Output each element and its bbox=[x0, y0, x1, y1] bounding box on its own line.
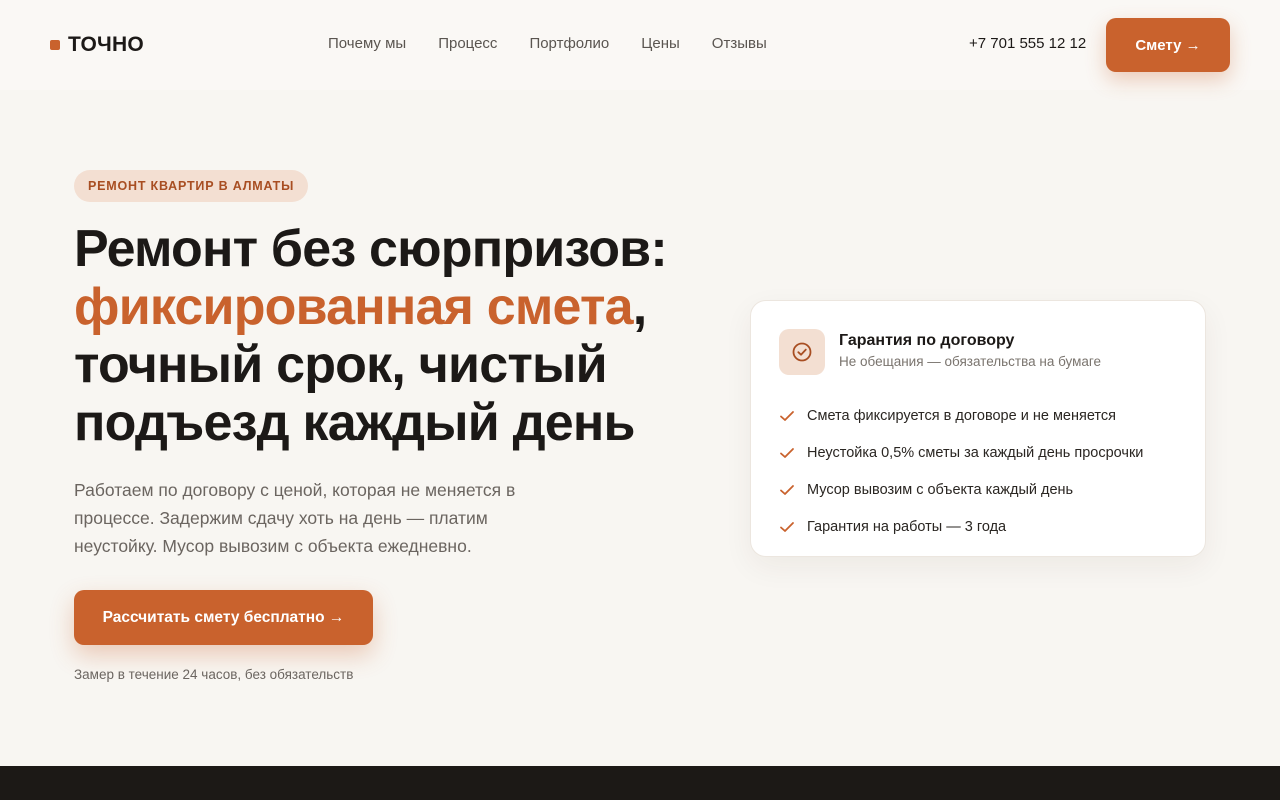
hero-lead: Работаем по договору с ценой, которая не… bbox=[74, 480, 516, 556]
calculate-estimate-button[interactable]: Рассчитать смету бесплатно → bbox=[74, 590, 373, 645]
nav-item-why-us[interactable]: Почему мы bbox=[328, 35, 406, 52]
card-title: Гарантия по договору bbox=[839, 332, 1015, 349]
next-section-band bbox=[0, 766, 1280, 800]
list-item: Неустойка 0,5% сметы за каждый день прос… bbox=[779, 434, 1143, 471]
headline-line-1: Ремонт без сюрпризов: bbox=[74, 220, 668, 278]
headline-line-3: точный срок, чистый bbox=[74, 336, 608, 394]
guarantee-list: Смета фиксируется в договоре и не меняет… bbox=[779, 397, 1143, 545]
check-icon bbox=[779, 518, 797, 536]
headline-line-4: подъезд каждый день bbox=[74, 394, 635, 452]
nav-item-process[interactable]: Процесс bbox=[438, 35, 497, 52]
list-item-text: Гарантия на работы — 3 года bbox=[807, 518, 1007, 535]
nav-item-portfolio[interactable]: Портфолио bbox=[529, 35, 609, 52]
header-estimate-button[interactable]: Смету → bbox=[1106, 18, 1230, 72]
list-item-text: Смета фиксируется в договоре и не меняет… bbox=[807, 407, 1116, 424]
guarantee-card: Гарантия по договору Не обещания — обяза… bbox=[750, 300, 1206, 557]
headline-accent: фиксированная смета bbox=[74, 278, 634, 336]
list-item: Мусор вывозим с объекта каждый день bbox=[779, 471, 1143, 508]
list-item: Гарантия на работы — 3 года bbox=[779, 508, 1143, 545]
card-subtitle: Не обещания — обязательства на бумаге bbox=[839, 354, 1102, 369]
hero-headline: Ремонт без сюрпризов: фиксированная смет… bbox=[74, 220, 714, 452]
hero-tag: РЕМОНТ КВАРТИР В АЛМАТЫ bbox=[74, 170, 309, 202]
check-icon bbox=[779, 481, 797, 499]
list-item-text: Мусор вывозим с объекта каждый день bbox=[807, 481, 1074, 498]
phone-link[interactable]: +7 701 555 12 12 bbox=[969, 35, 1086, 52]
check-circle-icon bbox=[779, 329, 825, 375]
hero-note: Замер в течение 24 часов, без обязательс… bbox=[74, 667, 354, 682]
main-nav: Почему мы Процесс Портфолио Цены Отзывы bbox=[328, 35, 767, 52]
check-icon bbox=[779, 444, 797, 462]
list-item: Смета фиксируется в договоре и не меняет… bbox=[779, 397, 1143, 434]
logo-mark-icon bbox=[50, 40, 60, 50]
logo[interactable]: ТОЧНО bbox=[50, 33, 144, 57]
logo-text: ТОЧНО bbox=[68, 33, 144, 56]
nav-item-prices[interactable]: Цены bbox=[641, 35, 680, 52]
check-icon bbox=[779, 407, 797, 425]
site-header: ТОЧНО Почему мы Процесс Портфолио Цены О… bbox=[0, 0, 1280, 90]
nav-item-reviews[interactable]: Отзывы bbox=[712, 35, 767, 52]
list-item-text: Неустойка 0,5% сметы за каждый день прос… bbox=[807, 444, 1144, 461]
headline-comma: , bbox=[632, 278, 647, 336]
